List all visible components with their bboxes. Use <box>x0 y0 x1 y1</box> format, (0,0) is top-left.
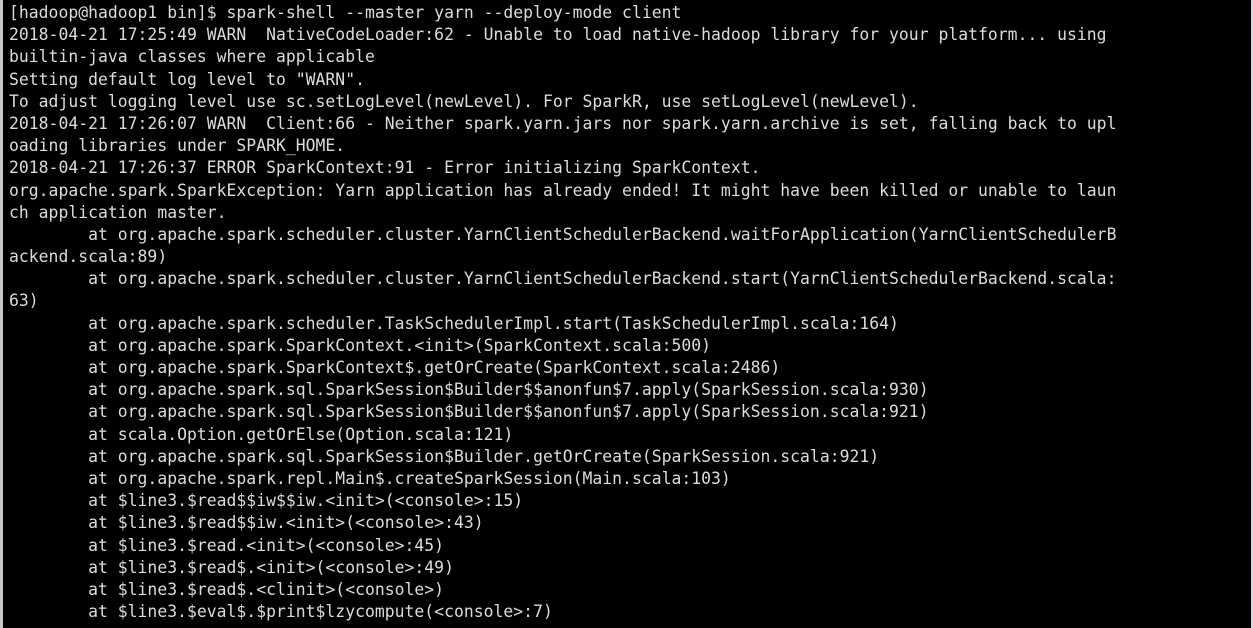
terminal-output-line: at scala.Option.getOrElse(Option.scala:1… <box>9 424 514 444</box>
terminal-output-line: at $line3.$read$$iw.<init>(<console>:43) <box>9 513 484 533</box>
terminal-output-line: at org.apache.spark.scheduler.TaskSchedu… <box>9 313 899 333</box>
terminal-output-line: at $line3.$eval$.$print$lzycompute(<cons… <box>9 602 553 622</box>
terminal-output-line: 63) <box>9 291 39 311</box>
terminal-output-line: at org.apache.spark.sql.SparkSession$Bui… <box>9 380 929 400</box>
terminal-output-line: ch application master. <box>9 202 227 222</box>
terminal-output-line: 2018-04-21 17:26:07 WARN Client:66 - Nei… <box>9 113 1117 133</box>
terminal-output-line: builtin-java classes where applicable <box>9 47 375 67</box>
terminal-output-line: at org.apache.spark.SparkContext.<init>(… <box>9 335 712 355</box>
terminal-output-line: at org.apache.spark.sql.SparkSession$Bui… <box>9 402 929 422</box>
terminal-window[interactable]: [hadoop@hadoop1 bin]$ spark-shell --mast… <box>0 0 1253 628</box>
terminal-output-line: ackend.scala:89) <box>9 247 168 267</box>
terminal-prompt-line: [hadoop@hadoop1 bin]$ spark-shell --mast… <box>9 3 682 22</box>
terminal-output-line: at org.apache.spark.sql.SparkSession$Bui… <box>9 446 880 466</box>
terminal-output-line: To adjust logging level use sc.setLogLev… <box>9 91 919 111</box>
terminal-output-line: 2018-04-21 17:25:49 WARN NativeCodeLoade… <box>9 25 1107 45</box>
terminal-output-line: at org.apache.spark.repl.Main$.createSpa… <box>9 468 731 488</box>
terminal-output-line: org.apache.spark.SparkException: Yarn ap… <box>9 180 1117 200</box>
terminal-output-line: at $line3.$read.<init>(<console>:45) <box>9 535 445 555</box>
terminal-output-line: at $line3.$read$$iw$$iw.<init>(<console>… <box>9 491 524 511</box>
terminal-output-line: at org.apache.spark.scheduler.cluster.Ya… <box>9 224 1117 244</box>
terminal-output-line: at $line3.$read$.<init>(<console>:49) <box>9 557 454 577</box>
terminal-output-line: at org.apache.spark.SparkContext$.getOrC… <box>9 358 781 377</box>
terminal-output-line: Setting default log level to "WARN". <box>9 69 365 89</box>
terminal-output-line: at $line3.$read$.<clinit>(<console>) <box>9 579 445 599</box>
terminal-output-line: oading libraries under SPARK_HOME. <box>9 136 346 156</box>
terminal-output-line: 2018-04-21 17:26:37 ERROR SparkContext:9… <box>9 158 761 178</box>
terminal-output-line: at org.apache.spark.scheduler.cluster.Ya… <box>9 269 1117 289</box>
terminal-output-area[interactable]: [hadoop@hadoop1 bin]$ spark-shell --mast… <box>3 0 1251 623</box>
